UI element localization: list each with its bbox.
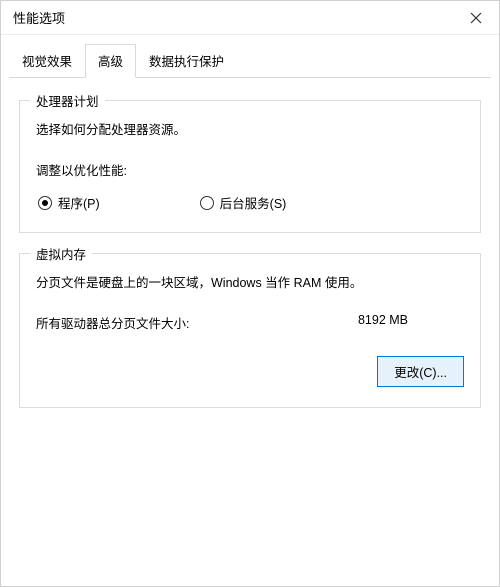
vm-total-row: 所有驱动器总分页文件大小: 8192 MB <box>36 313 464 332</box>
radio-button-icon <box>200 196 214 210</box>
close-icon <box>470 12 482 24</box>
window-title: 性能选项 <box>13 8 65 27</box>
radio-programs-label: 程序(P) <box>58 193 100 212</box>
radio-button-icon <box>38 196 52 210</box>
vm-total-value: 8192 MB <box>358 313 408 332</box>
radio-background-services[interactable]: 后台服务(S) <box>200 193 287 212</box>
vm-button-row: 更改(C)... <box>36 356 464 387</box>
processor-description: 选择如何分配处理器资源。 <box>36 119 464 138</box>
tab-advanced[interactable]: 高级 <box>85 44 136 78</box>
vm-description: 分页文件是硬盘上的一块区域，Windows 当作 RAM 使用。 <box>36 272 464 291</box>
tab-dep[interactable]: 数据执行保护 <box>136 44 237 78</box>
tab-visual-effects[interactable]: 视觉效果 <box>9 44 85 78</box>
close-button[interactable] <box>453 1 499 34</box>
change-button[interactable]: 更改(C)... <box>377 356 464 387</box>
radio-programs[interactable]: 程序(P) <box>38 193 100 212</box>
radio-background-label: 后台服务(S) <box>220 193 287 212</box>
tab-strip: 视觉效果 高级 数据执行保护 <box>9 43 491 78</box>
adjust-label: 调整以优化性能: <box>36 160 464 179</box>
virtual-memory-group: 虚拟内存 分页文件是硬盘上的一块区域，Windows 当作 RAM 使用。 所有… <box>19 253 481 408</box>
radio-row: 程序(P) 后台服务(S) <box>38 193 464 212</box>
processor-scheduling-group: 处理器计划 选择如何分配处理器资源。 调整以优化性能: 程序(P) 后台服务(S… <box>19 100 481 233</box>
processor-group-title: 处理器计划 <box>30 91 105 110</box>
radio-selected-dot-icon <box>42 200 48 206</box>
tab-content: 处理器计划 选择如何分配处理器资源。 调整以优化性能: 程序(P) 后台服务(S… <box>1 78 499 440</box>
vm-total-label: 所有驱动器总分页文件大小: <box>36 313 189 332</box>
vm-group-title: 虚拟内存 <box>30 244 92 263</box>
title-bar: 性能选项 <box>1 1 499 35</box>
